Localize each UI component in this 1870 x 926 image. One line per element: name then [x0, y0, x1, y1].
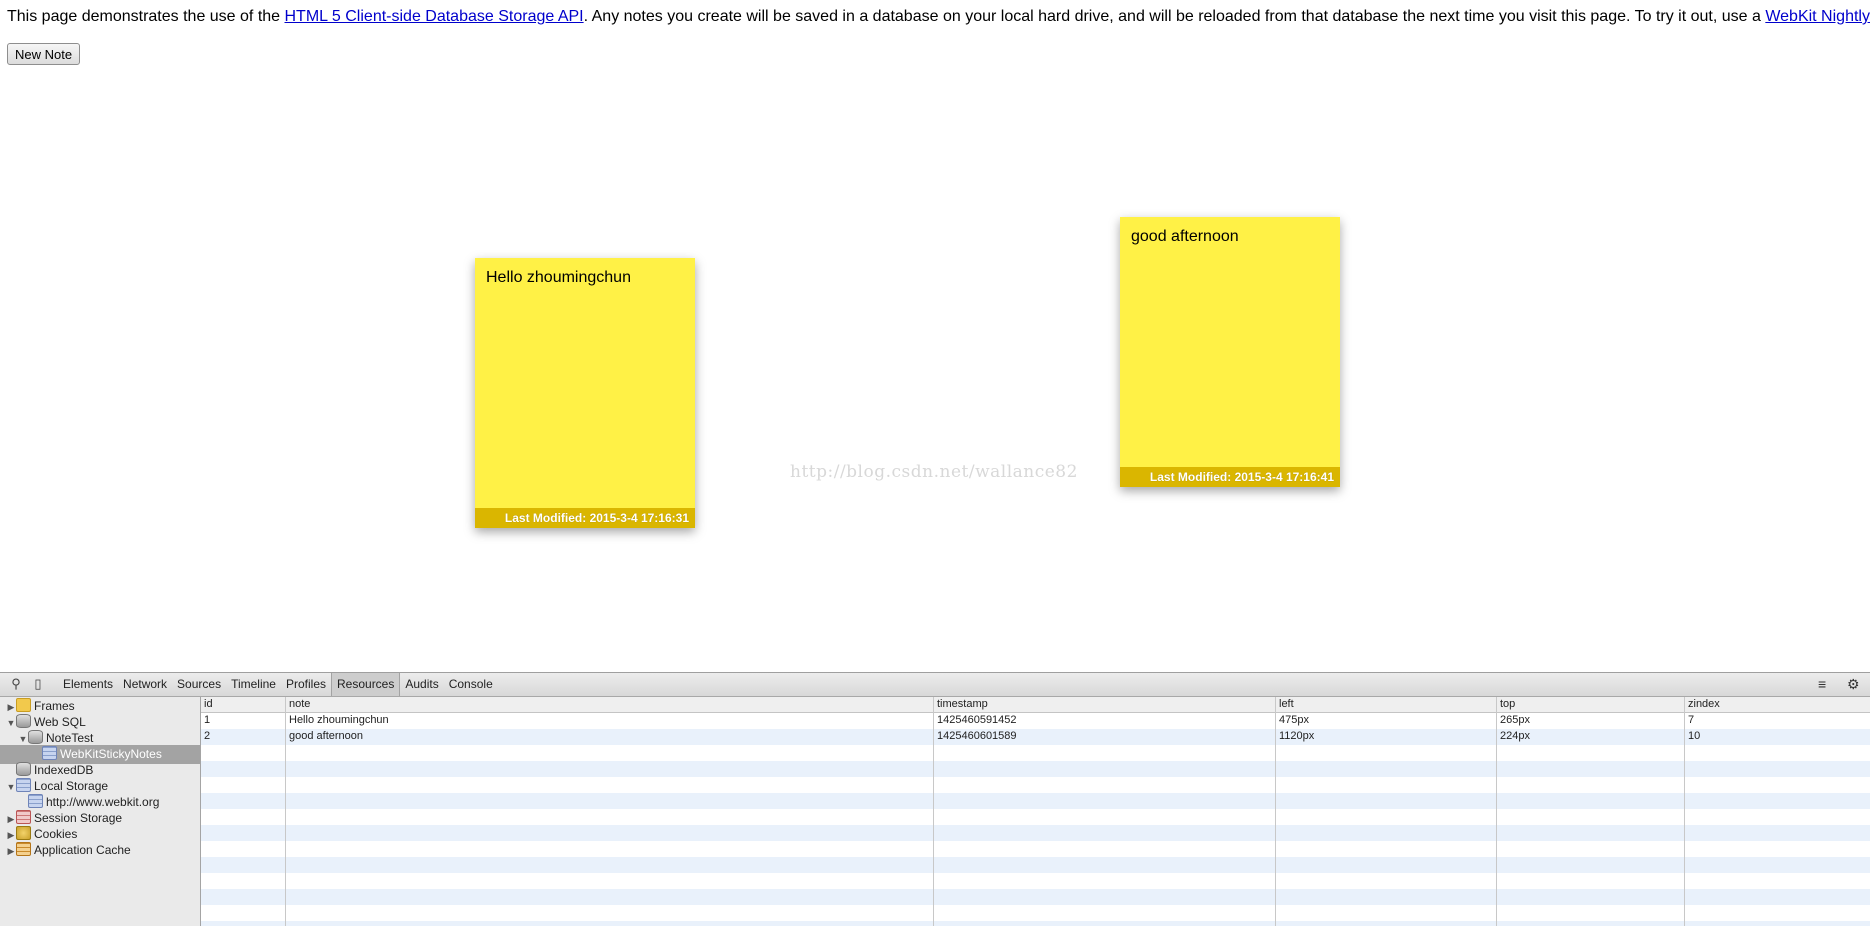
tab-console[interactable]: Console [444, 673, 498, 696]
tree-item-label: NoteTest [46, 731, 94, 745]
table-cell: Hello zhoumingchun [289, 714, 389, 726]
cookie-icon [16, 826, 31, 840]
folder-icon [16, 698, 31, 712]
devtools-panel: ⚲ ▯ Elements Network Sources Timeline Pr… [0, 672, 1870, 926]
note-timestamp: Last Modified: 2015-3-4 17:16:31 [475, 508, 695, 528]
intro-text-part: This page demonstrates the use of the [7, 8, 285, 25]
table-icon [16, 810, 31, 824]
table-cell: 10 [1688, 730, 1701, 742]
tree-item-label: WebKitStickyNotes [60, 747, 162, 761]
table-cell: 265px [1500, 714, 1530, 726]
database-icon [16, 762, 31, 776]
tree-item-label: Web SQL [34, 715, 86, 729]
grid-header [201, 697, 1870, 713]
column-header-left[interactable]: left [1279, 697, 1294, 712]
devtools-toolbar: ⚲ ▯ Elements Network Sources Timeline Pr… [0, 673, 1870, 697]
table-cell: 475px [1279, 714, 1309, 726]
search-icon[interactable]: ⚲ [8, 676, 24, 692]
column-header-timestamp[interactable]: timestamp [937, 697, 988, 712]
table-icon [42, 746, 57, 760]
note-timestamp: Last Modified: 2015-3-4 17:16:41 [1120, 467, 1340, 487]
webkit-nightly-build-link[interactable]: WebKit Nightly Build [1765, 8, 1870, 25]
intro-text-part: . Any notes you create will be saved in … [583, 8, 1766, 25]
tree-item-application-cache[interactable]: ▶ Application Cache [6, 841, 131, 860]
tab-profiles[interactable]: Profiles [281, 673, 331, 696]
collapse-triangle-icon[interactable]: ▼ [6, 778, 16, 797]
devtools-tabs: Elements Network Sources Timeline Profil… [58, 673, 498, 696]
device-mode-icon[interactable]: ▯ [30, 676, 46, 692]
gear-icon[interactable]: ⚙ [1847, 676, 1860, 692]
resources-sidebar: ▶ Frames ▼ Web SQL ▼ NoteTest WebKitStickyN… [0, 697, 201, 926]
new-note-button[interactable]: New Note [7, 43, 81, 65]
collapse-triangle-icon[interactable]: ▼ [6, 714, 16, 733]
tab-elements[interactable]: Elements [58, 673, 118, 696]
table-cell: 7 [1688, 714, 1695, 726]
table-icon [28, 794, 43, 808]
watermark: http://blog.csdn.net/wallance82 [790, 462, 1078, 482]
column-header-top[interactable]: top [1500, 697, 1515, 712]
table-cell: 1425460591452 [937, 714, 1017, 726]
column-header-zindex[interactable]: zindex [1688, 697, 1720, 712]
note-text[interactable]: Hello zhoumingchun [486, 268, 631, 288]
tab-sources[interactable]: Sources [172, 673, 226, 696]
table-cell: good afternoon [289, 730, 364, 742]
data-grid: id note timestamp left top zindex 1 Hell… [201, 697, 1870, 926]
table-icon [16, 842, 31, 856]
intro-text: This page demonstrates the use of the HT… [7, 7, 1870, 27]
table-cell: 1425460601589 [937, 730, 1017, 742]
sticky-note[interactable]: Hello zhoumingchun Last Modified: 2015-3… [475, 258, 695, 528]
tab-resources[interactable]: Resources [331, 673, 401, 696]
tab-network[interactable]: Network [118, 673, 172, 696]
tree-item-label: IndexedDB [34, 763, 94, 777]
tree-item-label: Application Cache [34, 843, 131, 857]
note-text[interactable]: good afternoon [1131, 227, 1239, 247]
tab-audits[interactable]: Audits [400, 673, 443, 696]
table-cell: 1120px [1279, 730, 1315, 742]
table-icon [16, 778, 31, 792]
column-header-id[interactable]: id [204, 697, 213, 712]
tree-item-label: Frames [34, 699, 75, 713]
table-cell: 1 [204, 714, 211, 726]
table-cell: 224px [1500, 730, 1530, 742]
database-icon [28, 730, 43, 744]
tab-timeline[interactable]: Timeline [226, 673, 281, 696]
expand-triangle-icon[interactable]: ▶ [6, 842, 16, 861]
table-cell: 2 [204, 730, 211, 742]
tree-item-label: Local Storage [34, 779, 109, 793]
column-header-note[interactable]: note [289, 697, 310, 712]
database-icon [16, 714, 31, 728]
console-drawer-icon[interactable]: ≡ [1818, 676, 1826, 692]
html5-database-api-link[interactable]: HTML 5 Client-side Database Storage API [285, 8, 584, 25]
tree-item-label: Cookies [34, 827, 78, 841]
tree-item-label: http://www.webkit.org [46, 795, 160, 809]
tree-item-label: Session Storage [34, 811, 123, 825]
sticky-note[interactable]: good afternoon Last Modified: 2015-3-4 1… [1120, 217, 1340, 487]
